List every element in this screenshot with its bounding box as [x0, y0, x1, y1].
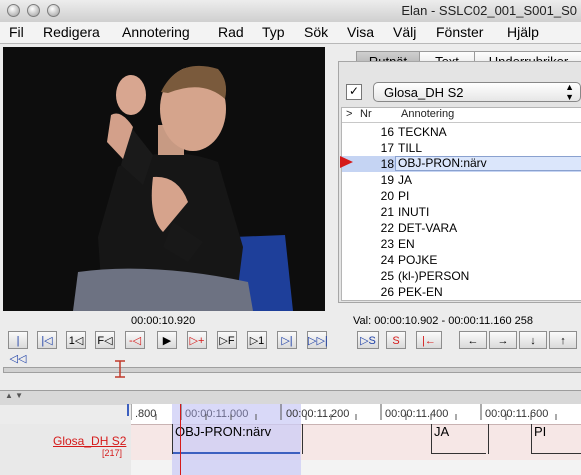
table-row[interactable]: 20 PI — [342, 188, 581, 204]
selection-mode-button[interactable]: |← — [416, 331, 442, 349]
row-annotation: TECKNA — [398, 125, 447, 139]
forward-one-second-button[interactable]: ▷1 — [247, 331, 267, 349]
row-annotation: DET-VARA — [398, 221, 458, 235]
row-number: 25 — [380, 269, 394, 283]
row-annotation: JA — [398, 173, 413, 187]
tier-up-button[interactable]: ↑ — [549, 331, 577, 349]
row-annotation: INUTI — [398, 205, 430, 219]
clear-selection-button[interactable]: S — [386, 331, 406, 349]
play-button[interactable]: ▶ — [157, 331, 177, 349]
row-number: 26 — [380, 285, 394, 299]
table-row[interactable]: 16 TECKNA — [342, 124, 581, 140]
go-to-end-button[interactable]: ▷▷| — [307, 331, 328, 349]
row-number: 18 — [380, 157, 394, 171]
menu-fil[interactable]: Fil — [9, 24, 24, 40]
column-header-nr[interactable]: Nr — [360, 108, 372, 122]
menu-typ[interactable]: Typ — [262, 24, 285, 40]
table-row[interactable]: 21 INUTI — [342, 204, 581, 220]
row-annotation: POJKE — [398, 253, 438, 267]
column-header-marker: > — [346, 108, 353, 120]
row-number: 19 — [380, 173, 394, 187]
current-row-marker-icon — [340, 156, 353, 168]
row-annotation: PI — [398, 189, 410, 203]
play-selection-button[interactable]: ▷S — [357, 331, 379, 349]
timeline-annotation[interactable]: PI — [531, 424, 581, 454]
annotation-text: OBJ-PRON:närv — [175, 424, 272, 439]
go-to-begin-button[interactable]: |◁◁ — [8, 331, 28, 365]
timeline-annotation-selected[interactable]: OBJ-PRON:närv — [172, 424, 303, 454]
dropdown-arrows-icon: ▲ ▼ — [565, 82, 574, 102]
row-number: 23 — [380, 237, 394, 251]
annotation-text: PI — [534, 424, 547, 439]
menu-sok[interactable]: Sök — [304, 24, 328, 40]
row-annotation: EN — [398, 237, 415, 251]
annotation-text: JA — [434, 424, 450, 439]
back-one-second-button[interactable]: 1◁ — [66, 331, 86, 349]
tier-annotation-count: [217] — [102, 448, 123, 458]
table-row[interactable]: 24 POJKE — [342, 252, 581, 268]
tier-down-button[interactable]: ↓ — [519, 331, 547, 349]
menu-hjalp[interactable]: Hjälp — [507, 24, 539, 40]
tier-visible-checkbox[interactable]: ✓ — [346, 84, 362, 100]
table-row-selected[interactable]: 18 OBJ-PRON:närv — [342, 156, 581, 172]
row-annotation: PEK-EN — [398, 285, 443, 299]
row-number: 17 — [380, 141, 394, 155]
annotation-table[interactable]: > Nr Annotering 16 TECKNA 17 TILL 18 OBJ-PR… — [341, 107, 581, 301]
next-annotation-button[interactable]: → — [489, 331, 517, 349]
menu-valj[interactable]: Välj — [393, 24, 416, 40]
table-row[interactable]: 25 (kl-)PERSON — [342, 268, 581, 284]
menu-rad[interactable]: Rad — [218, 24, 244, 40]
title-bar: Elan - SSLC02_001_S001_S0 — [0, 0, 581, 23]
current-time-display: 00:00:10.920 — [131, 315, 196, 327]
menu-bar: Fil Redigera Annotering Rad Typ Sök Visa… — [0, 22, 581, 44]
row-number: 24 — [380, 253, 394, 267]
window-title: Elan - SSLC02_001_S001_S0 — [401, 3, 577, 18]
menu-annotering[interactable]: Annotering — [122, 24, 190, 40]
row-number: 16 — [380, 125, 394, 139]
ruler-ticks — [131, 404, 557, 420]
table-row[interactable]: 19 JA — [342, 172, 581, 188]
timeline-annotation[interactable]: JA — [431, 424, 489, 454]
tier-name-label[interactable]: Glosa_DH S2 — [53, 434, 126, 448]
back-pixel-button[interactable]: -◁ — [125, 331, 145, 349]
slider-thumb-icon[interactable] — [113, 360, 127, 378]
crosshair-line — [180, 404, 181, 475]
row-annotation: OBJ-PRON:närv — [395, 156, 581, 171]
forward-pixel-button[interactable]: ▷+ — [187, 331, 207, 349]
table-row[interactable]: 17 TILL — [342, 140, 581, 156]
previous-frame-button[interactable]: |◁ — [37, 331, 57, 349]
signer-video-frame — [3, 47, 325, 311]
column-header-annotering[interactable]: Annotering — [401, 108, 454, 122]
table-row[interactable]: 23 EN — [342, 236, 581, 252]
row-annotation: TILL — [398, 141, 423, 155]
position-slider[interactable] — [3, 367, 581, 373]
row-number: 20 — [380, 189, 394, 203]
video-viewer[interactable] — [3, 47, 325, 311]
selection-info: Val: 00:00:10.902 - 00:00:11.160 258 — [353, 315, 534, 327]
previous-annotation-button[interactable]: ← — [459, 331, 487, 349]
forward-f-button[interactable]: ▷F — [217, 331, 237, 349]
row-number: 22 — [380, 221, 394, 235]
row-annotation: (kl-)PERSON — [398, 269, 470, 283]
back-f-button[interactable]: F◁ — [95, 331, 115, 349]
timeline-header: ▲ ▼ — [0, 390, 581, 405]
table-row[interactable]: 22 DET-VARA — [342, 220, 581, 236]
tier-select-dropdown[interactable]: Glosa_DH S2 ▲ ▼ — [373, 82, 581, 102]
menu-visa[interactable]: Visa — [347, 24, 374, 40]
next-frame-button[interactable]: ▷| — [277, 331, 297, 349]
tier-select-value: Glosa_DH S2 — [384, 85, 464, 100]
selection-begin-marker-icon — [127, 404, 133, 416]
row-number: 21 — [380, 205, 394, 219]
scroll-arrows-icon[interactable]: ▲ ▼ — [5, 391, 23, 400]
table-row[interactable]: 26 PEK-EN — [342, 284, 581, 300]
menu-redigera[interactable]: Redigera — [43, 24, 100, 40]
menu-fonster[interactable]: Fönster — [436, 24, 483, 40]
